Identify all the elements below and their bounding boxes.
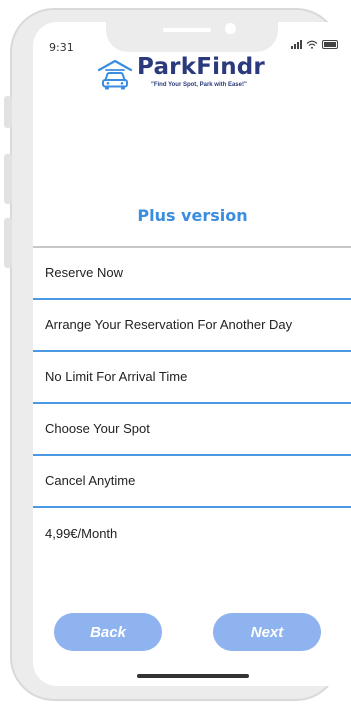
battery-icon: [322, 40, 338, 49]
next-button[interactable]: Next: [213, 613, 321, 651]
app-logo: ParkFindr "Find Your Spot, Park with Eas…: [97, 54, 265, 92]
brand-tagline: "Find Your Spot, Park with Ease!": [151, 82, 247, 88]
speaker: [163, 28, 211, 32]
feature-list: Reserve Now Arrange Your Reservation For…: [33, 248, 351, 560]
status-time: 9:31: [49, 41, 74, 54]
feature-item: Reserve Now: [33, 248, 351, 300]
phone-side-button: [4, 218, 12, 268]
wifi-icon: [306, 40, 318, 49]
notch: [106, 22, 278, 52]
camera: [225, 23, 236, 34]
home-indicator: [137, 674, 249, 678]
car-garage-icon: [97, 59, 133, 90]
status-icons: [291, 40, 338, 49]
phone-side-button: [4, 96, 12, 128]
feature-item: Choose Your Spot: [33, 404, 351, 456]
back-button[interactable]: Back: [54, 613, 162, 651]
phone-side-button: [4, 154, 12, 204]
brand-name: ParkFindr: [137, 54, 265, 80]
signal-icon: [291, 40, 302, 49]
feature-item: Arrange Your Reservation For Another Day: [33, 300, 351, 352]
phone-screen: 9:31 ParkFindr "Find Your Spot, Park wit…: [33, 22, 351, 686]
feature-item: No Limit For Arrival Time: [33, 352, 351, 404]
plan-title: Plus version: [137, 206, 248, 225]
feature-item: Cancel Anytime: [33, 456, 351, 508]
price-label: 4,99€/Month: [45, 525, 118, 541]
